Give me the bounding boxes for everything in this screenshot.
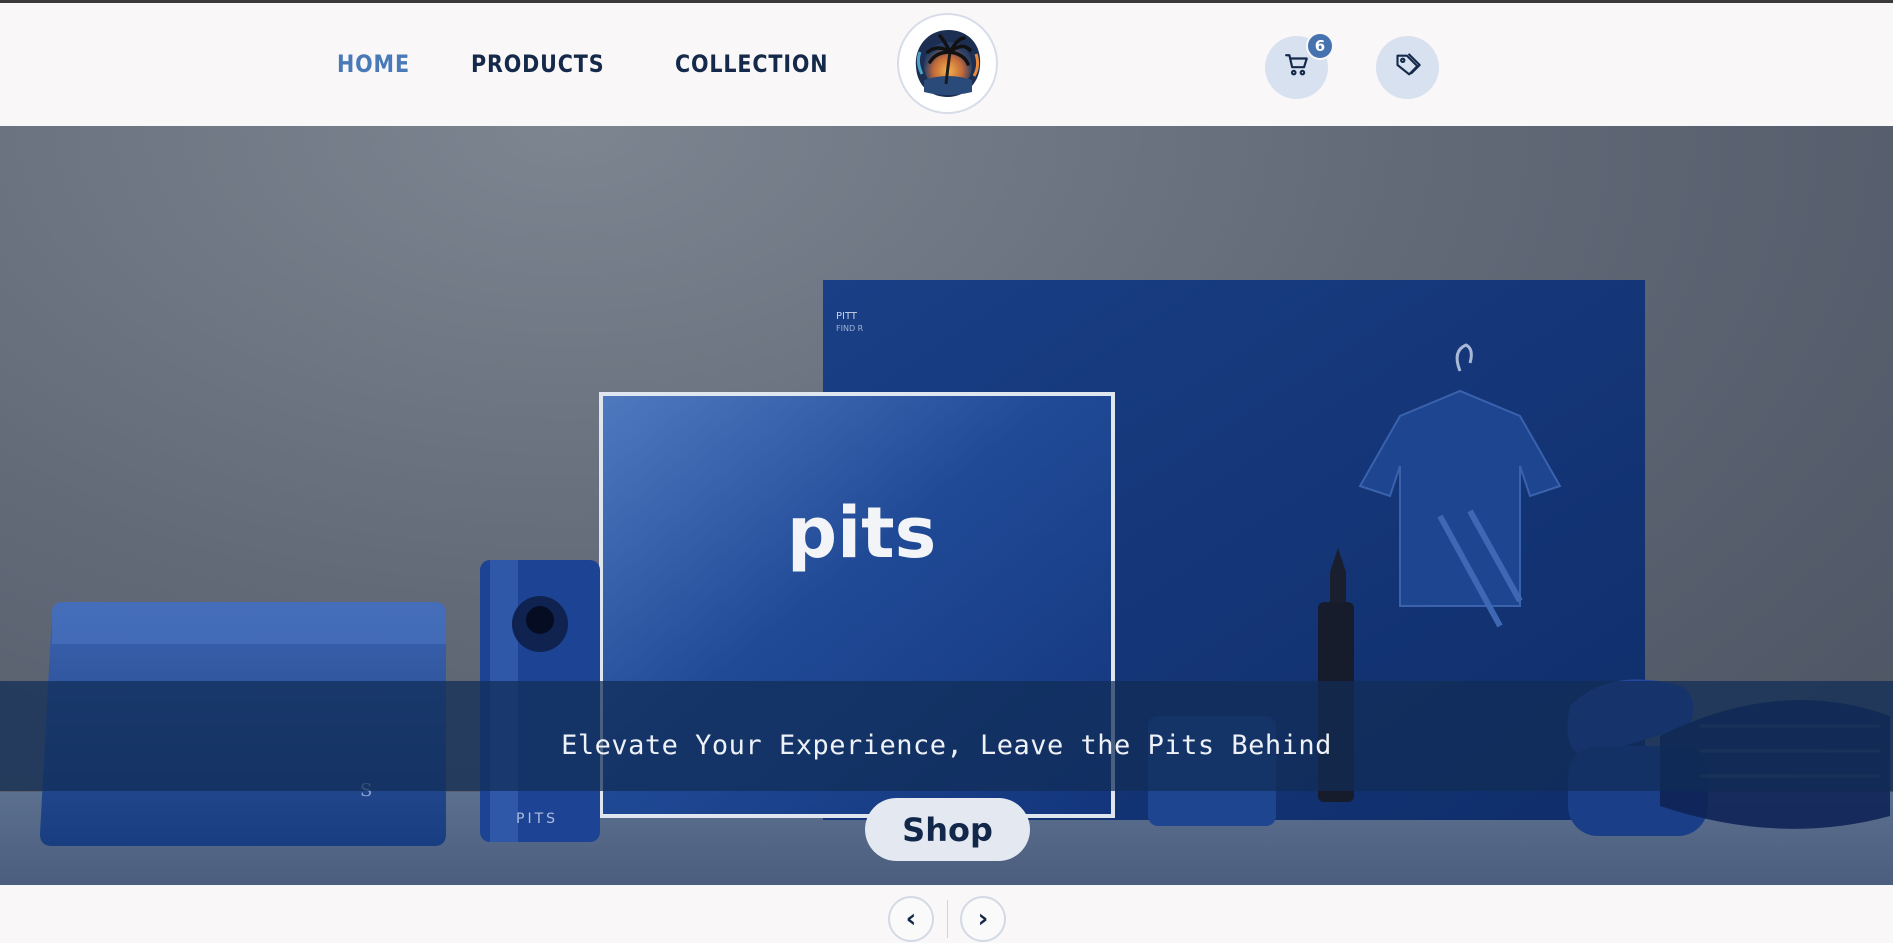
tags-button[interactable] bbox=[1376, 36, 1439, 99]
main-nav: HOME PRODUCTS COLLECTION bbox=[337, 50, 853, 78]
brand-logo[interactable] bbox=[897, 13, 998, 114]
tag-icon bbox=[1394, 51, 1422, 84]
cart-count-badge: 6 bbox=[1306, 32, 1334, 60]
carousel-next-button[interactable]: › bbox=[960, 896, 1006, 942]
carousel-prev-button[interactable]: ‹ bbox=[888, 896, 934, 942]
nav-home[interactable]: HOME bbox=[337, 50, 410, 78]
pits-brand-text: pits bbox=[787, 492, 936, 574]
nav-products[interactable]: PRODUCTS bbox=[471, 50, 604, 78]
site-header: HOME PRODUCTS COLLECTION 6 bbox=[0, 3, 1893, 126]
nav-collection[interactable]: COLLECTION bbox=[675, 50, 828, 78]
shop-button[interactable]: Shop bbox=[865, 798, 1030, 861]
svg-text:PITT: PITT bbox=[836, 311, 858, 322]
chevron-right-icon: › bbox=[977, 904, 989, 934]
palm-tree-logo-icon bbox=[906, 22, 989, 105]
carousel-divider bbox=[947, 900, 948, 938]
speaker-label: PITS bbox=[516, 811, 558, 827]
svg-text:FIND R: FIND R bbox=[836, 324, 864, 333]
hero-tagline: Elevate Your Experience, Leave the Pits … bbox=[561, 730, 1332, 761]
hero-banner: PITT FIND R pits PITS S Elevate Your Exp… bbox=[0, 126, 1893, 885]
cart-icon bbox=[1284, 52, 1310, 83]
chevron-left-icon: ‹ bbox=[905, 904, 917, 934]
